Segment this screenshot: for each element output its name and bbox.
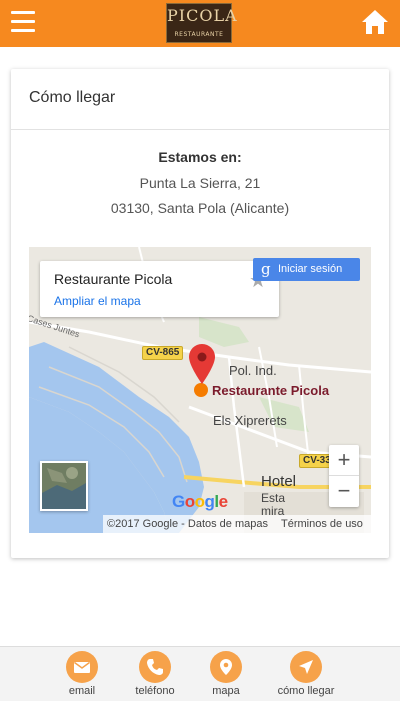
info-place-name: Restaurante Picola [54,271,173,287]
email-icon[interactable] [66,651,98,683]
address-street: Punta La Sierra, 21 [139,175,261,191]
zoom-out-button[interactable]: − [329,476,359,506]
zoom-control: + − [329,445,359,507]
map-attribution-bar: ©2017 Google - Datos de mapas Términos d… [103,515,371,533]
logo-name: PICOLA [167,6,238,25]
signin-button[interactable]: g Iniciar sesión [253,258,360,281]
bottom-navigation: email teléfono mapa cómo llegar [0,646,400,701]
address-city: 03130, Santa Pola (Alicante) [110,200,290,216]
embedded-map[interactable]: CV-865 CV-332 Pol. Ind. Els Xiprerets Ho… [29,247,371,533]
enlarge-map-link[interactable]: Ampliar el mapa [54,294,141,308]
google-g-icon: g [261,260,271,278]
hamburger-menu-icon[interactable] [11,11,35,33]
home-icon[interactable] [360,7,390,37]
restaurant-marker-icon[interactable] [194,383,208,397]
map-label-pol-ind: Pol. Ind. [229,363,277,378]
zoom-in-button[interactable]: + [329,445,359,476]
satellite-view-thumbnail[interactable] [40,461,88,511]
card-header: Cómo llegar [11,69,389,130]
map-place-label[interactable]: Restaurante Picola [212,383,329,398]
restaurant-logo[interactable]: PICOLA RESTAURANTE [166,3,238,43]
address-heading: Estamos en: [158,149,242,165]
map-label-els-xiprerets: Els Xiprerets [213,413,287,428]
map-attribution: ©2017 Google - Datos de mapas [107,518,268,530]
road-badge-cv865: CV-865 [142,346,184,360]
map-info-box: Restaurante Picola Ampliar el mapa ★ [40,261,279,317]
nav-label-map: mapa [212,685,240,697]
map-pin-icon[interactable] [189,344,215,384]
map-pin-nav-icon[interactable] [210,651,242,683]
signin-label: Iniciar sesión [278,263,343,275]
map-label-hotel: Hotel [261,473,297,490]
card-title: Cómo llegar [29,89,116,106]
nav-label-directions: cómo llegar [277,685,335,697]
phone-icon[interactable] [139,651,171,683]
google-logo: Google [172,492,228,511]
nav-item-directions[interactable]: cómo llegar [261,647,351,701]
logo-subtitle: RESTAURANTE [174,31,224,38]
terms-link[interactable]: Términos de uso [281,515,363,533]
top-bar: PICOLA RESTAURANTE [0,0,400,47]
directions-card: Cómo llegar Estamos en: Punta La Sierra,… [11,69,389,558]
nav-item-map[interactable]: mapa [181,647,271,701]
navigation-arrow-icon[interactable] [290,651,322,683]
